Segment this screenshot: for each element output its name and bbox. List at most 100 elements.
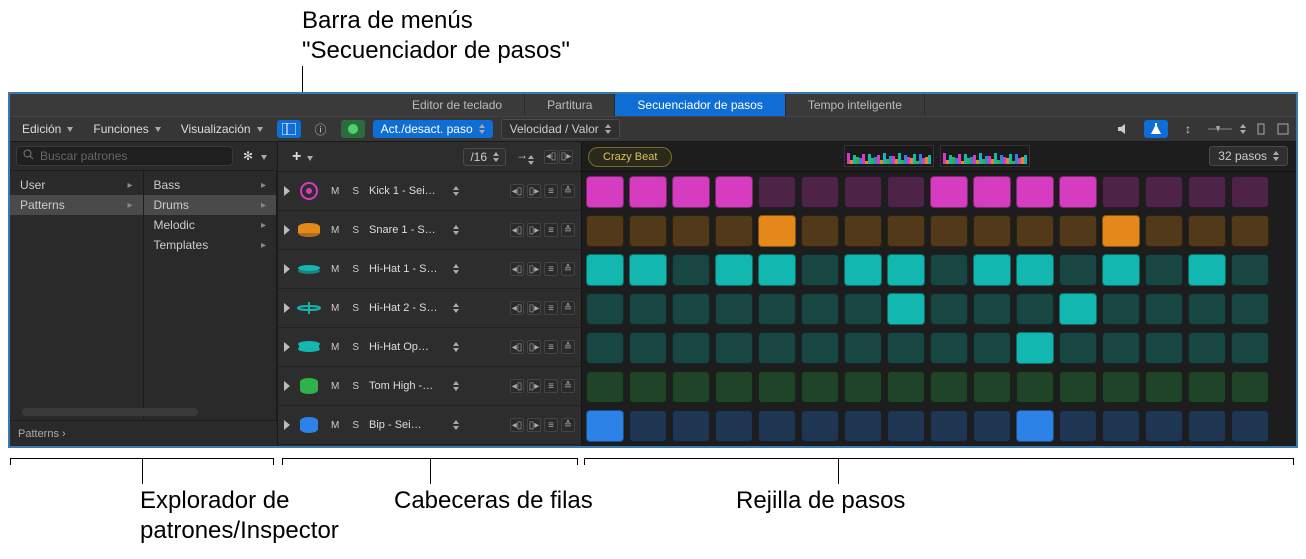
step-cell[interactable] xyxy=(1145,371,1183,403)
step-cell[interactable] xyxy=(1016,332,1054,364)
step-cell[interactable] xyxy=(1231,371,1269,403)
step-cell[interactable] xyxy=(930,176,968,208)
step-cell[interactable] xyxy=(801,371,839,403)
solo-button[interactable]: S xyxy=(349,380,363,393)
mute-button[interactable]: M xyxy=(328,302,343,315)
disclosure-triangle-icon[interactable] xyxy=(284,342,290,352)
step-cell[interactable] xyxy=(758,215,796,247)
chevron-updown-icon[interactable] xyxy=(453,303,459,313)
solo-button[interactable]: S xyxy=(349,341,363,354)
tab-step-sequencer[interactable]: Secuenciador de pasos xyxy=(615,94,785,116)
step-cell[interactable] xyxy=(1188,176,1226,208)
midi-out-icon[interactable] xyxy=(341,120,365,138)
step-cell[interactable] xyxy=(844,215,882,247)
step-cell[interactable] xyxy=(1188,371,1226,403)
row-settings-icon[interactable]: ≡ xyxy=(544,340,558,354)
division-select[interactable]: /16 xyxy=(463,148,506,166)
step-cell[interactable] xyxy=(844,254,882,286)
step-cell[interactable] xyxy=(887,293,925,325)
chevron-updown-icon[interactable] xyxy=(453,186,459,196)
step-cell[interactable] xyxy=(973,332,1011,364)
step-cell[interactable] xyxy=(629,410,667,442)
chevron-updown-icon[interactable] xyxy=(453,420,459,430)
step-cell[interactable] xyxy=(758,410,796,442)
step-cell[interactable] xyxy=(973,215,1011,247)
playback-direction-icon[interactable]: → xyxy=(516,148,534,165)
step-right-icon[interactable]: ▯▸ xyxy=(527,262,541,276)
solo-button[interactable]: S xyxy=(349,224,363,237)
step-cell[interactable] xyxy=(1059,293,1097,325)
step-cell[interactable] xyxy=(1102,332,1140,364)
step-cell[interactable] xyxy=(887,254,925,286)
step-left-icon[interactable]: ◂▯ xyxy=(510,184,524,198)
step-right-icon[interactable]: ▯▸ xyxy=(527,301,541,315)
step-cell[interactable] xyxy=(930,332,968,364)
row-name-label[interactable]: Hi-Hat 1 - S… xyxy=(369,263,447,275)
step-cell[interactable] xyxy=(672,332,710,364)
step-cell[interactable] xyxy=(887,215,925,247)
step-cell[interactable] xyxy=(973,176,1011,208)
solo-button[interactable]: S xyxy=(349,302,363,315)
step-cell[interactable] xyxy=(801,254,839,286)
row-lock-icon[interactable]: ≙ xyxy=(561,301,575,315)
step-cell[interactable] xyxy=(629,332,667,364)
step-cell[interactable] xyxy=(672,371,710,403)
browser-action-menu[interactable]: ✻ xyxy=(239,147,271,165)
step-cell[interactable] xyxy=(629,371,667,403)
step-cell[interactable] xyxy=(1059,254,1097,286)
step-cell[interactable] xyxy=(758,371,796,403)
step-cell[interactable] xyxy=(930,215,968,247)
step-cell[interactable] xyxy=(887,332,925,364)
disclosure-triangle-icon[interactable] xyxy=(284,225,290,235)
loop-range-control[interactable]: ◂▯▯▸ xyxy=(544,150,573,164)
solo-button[interactable]: S xyxy=(349,419,363,432)
browser-item-drums[interactable]: Drums▸ xyxy=(144,195,277,215)
step-cell[interactable] xyxy=(930,410,968,442)
step-cell[interactable] xyxy=(1016,293,1054,325)
step-left-icon[interactable]: ◂▯ xyxy=(510,418,524,432)
step-cell[interactable] xyxy=(758,176,796,208)
step-cell[interactable] xyxy=(1231,293,1269,325)
step-cell[interactable] xyxy=(1059,371,1097,403)
step-cell[interactable] xyxy=(1102,254,1140,286)
step-cell[interactable] xyxy=(629,215,667,247)
menu-view[interactable]: Visualización xyxy=(175,120,269,138)
step-cell[interactable] xyxy=(1016,371,1054,403)
chevron-updown-icon[interactable] xyxy=(453,381,459,391)
disclosure-triangle-icon[interactable] xyxy=(284,264,290,274)
vertical-zoom-icon[interactable]: ↕ xyxy=(1176,120,1200,138)
step-cell[interactable] xyxy=(1145,254,1183,286)
step-cell[interactable] xyxy=(1188,254,1226,286)
step-cell[interactable] xyxy=(586,332,624,364)
step-left-icon[interactable]: ◂▯ xyxy=(510,223,524,237)
row-settings-icon[interactable]: ≡ xyxy=(544,184,558,198)
step-cell[interactable] xyxy=(1231,332,1269,364)
step-cell[interactable] xyxy=(1016,410,1054,442)
step-cell[interactable] xyxy=(586,410,624,442)
step-cell[interactable] xyxy=(844,332,882,364)
step-cell[interactable] xyxy=(1231,410,1269,442)
row-lock-icon[interactable]: ≙ xyxy=(561,184,575,198)
solo-button[interactable]: S xyxy=(349,185,363,198)
step-cell[interactable] xyxy=(930,293,968,325)
step-cell[interactable] xyxy=(586,254,624,286)
step-right-icon[interactable]: ▯▸ xyxy=(527,340,541,354)
step-cell[interactable] xyxy=(801,215,839,247)
step-left-icon[interactable]: ◂▯ xyxy=(510,379,524,393)
step-cell[interactable] xyxy=(672,176,710,208)
step-cell[interactable] xyxy=(887,371,925,403)
pattern-thumb-b[interactable] xyxy=(940,145,1030,167)
step-cell[interactable] xyxy=(672,215,710,247)
step-cell[interactable] xyxy=(672,293,710,325)
row-lock-icon[interactable]: ≙ xyxy=(561,418,575,432)
row-lock-icon[interactable]: ≙ xyxy=(561,262,575,276)
browser-item-user[interactable]: User▸ xyxy=(10,175,143,195)
step-cell[interactable] xyxy=(1059,410,1097,442)
step-cell[interactable] xyxy=(844,410,882,442)
preview-sound-icon[interactable] xyxy=(1112,120,1136,138)
edit-mode-toggle[interactable]: Act./desact. paso xyxy=(373,120,493,138)
step-cell[interactable] xyxy=(586,371,624,403)
step-cell[interactable] xyxy=(973,254,1011,286)
disclosure-triangle-icon[interactable] xyxy=(284,303,290,313)
browser-breadcrumb[interactable]: Patterns › xyxy=(18,428,66,440)
